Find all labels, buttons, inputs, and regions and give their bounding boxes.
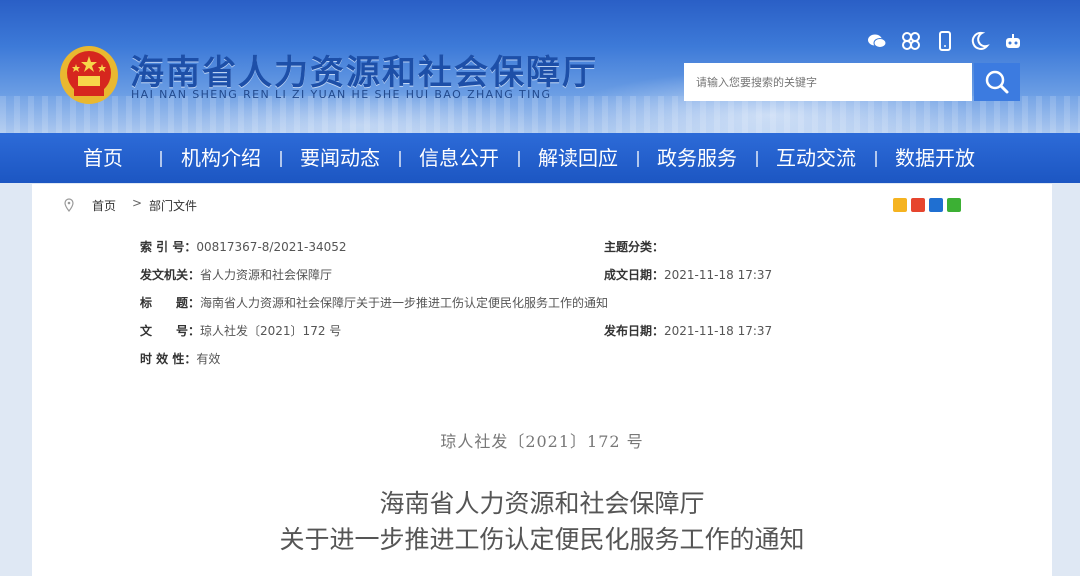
nav-item-services[interactable]: 政务服务 (657, 133, 737, 183)
location-icon (64, 198, 74, 212)
app-grid-icon[interactable] (900, 30, 922, 52)
header-tools (866, 30, 1024, 52)
nav-item-about[interactable]: 机构介绍 (181, 133, 261, 183)
nav-item-interaction[interactable]: 互动交流 (776, 133, 856, 183)
mobile-icon[interactable] (934, 30, 956, 52)
meta-title-label: 标 题： (140, 296, 201, 310)
search-icon (985, 70, 1009, 94)
nav-item-open-data[interactable]: 数据开放 (895, 133, 975, 183)
meta-publish-label: 发布日期： (604, 324, 665, 338)
meta-topic: 主题分类： (604, 238, 664, 255)
breadcrumb-separator: > (132, 196, 143, 210)
meta-title: 标 题：海南省人力资源和社会保障厅关于进一步推进工伤认定便民化服务工作的通知 (140, 294, 608, 311)
meta-issuer-value: 省人力资源和社会保障厅 (200, 268, 333, 282)
meta-publish: 发布日期：2021-11-18 17:37 (604, 322, 772, 339)
nav-divider (875, 151, 877, 167)
meta-topic-label: 主题分类： (604, 240, 665, 254)
site-title-pinyin: HAI NAN SHENG REN LI ZI YUAN HE SHE HUI … (131, 88, 552, 101)
meta-index: 索 引 号：00817367-8/2021-34052 (140, 238, 347, 255)
meta-publish-value: 2021-11-18 17:37 (664, 324, 773, 338)
meta-validity-value: 有效 (196, 352, 221, 366)
meta-validity-label: 时 效 性： (140, 352, 197, 366)
search-button[interactable] (974, 63, 1020, 101)
meta-index-value: 00817367-8/2021-34052 (196, 240, 347, 254)
meta-issuer: 发文机关：省人力资源和社会保障厅 (140, 266, 332, 283)
meta-docno-label: 文 号： (140, 324, 201, 338)
breadcrumb-current[interactable]: 部门文件 (149, 197, 197, 214)
search-box (684, 63, 972, 101)
nav-item-interpretation[interactable]: 解读回应 (538, 133, 618, 183)
renren-icon[interactable] (929, 198, 943, 212)
meta-validity: 时 效 性：有效 (140, 350, 220, 367)
meta-issuer-label: 发文机关： (140, 268, 201, 282)
nav-divider (280, 151, 282, 167)
nav-divider (518, 151, 520, 167)
site-header: 海南省人力资源和社会保障厅 HAI NAN SHENG REN LI ZI YU… (0, 0, 1080, 133)
nav-item-news[interactable]: 要闻动态 (300, 133, 380, 183)
qzone-icon[interactable] (893, 198, 907, 212)
meta-index-label: 索 引 号： (140, 240, 197, 254)
nav-divider (756, 151, 758, 167)
meta-title-value: 海南省人力资源和社会保障厅关于进一步推进工伤认定便民化服务工作的通知 (200, 296, 609, 310)
share-bar (893, 198, 961, 212)
weibo-icon[interactable] (911, 198, 925, 212)
search-input[interactable] (684, 63, 972, 101)
breadcrumb-home[interactable]: 首页 (92, 197, 116, 214)
document-title-line2: 关于进一步推进工伤认定便民化服务工作的通知 (279, 525, 805, 554)
moon-icon[interactable] (968, 30, 990, 52)
wechat-share-icon[interactable] (947, 198, 961, 212)
meta-date-value: 2021-11-18 17:37 (664, 268, 773, 282)
wechat-icon[interactable] (866, 30, 888, 52)
article-panel: 首页 > 部门文件 索 引 号：00817367-8/2021-34052 主题… (32, 184, 1052, 576)
robot-icon[interactable] (1002, 30, 1024, 52)
meta-docno-value: 琼人社发〔2021〕172 号 (200, 324, 342, 338)
meta-docno: 文 号：琼人社发〔2021〕172 号 (140, 322, 341, 339)
main-nav: 首页 机构介绍 要闻动态 信息公开 解读回应 政务服务 互动交流 数据开放 (0, 133, 1080, 183)
meta-date-label: 成文日期： (604, 268, 665, 282)
header-skyline (0, 96, 1080, 133)
site-title[interactable]: 海南省人力资源和社会保障厅 (130, 45, 598, 94)
nav-divider (160, 151, 162, 167)
document-title-line1: 海南省人力资源和社会保障厅 (379, 489, 705, 518)
meta-date: 成文日期：2021-11-18 17:37 (604, 266, 772, 283)
national-emblem-icon[interactable] (58, 44, 120, 106)
document-number: 琼人社发〔2021〕172 号 (440, 432, 644, 451)
nav-item-disclosure[interactable]: 信息公开 (419, 133, 499, 183)
nav-item-home[interactable]: 首页 (83, 133, 123, 183)
nav-divider (637, 151, 639, 167)
nav-divider (399, 151, 401, 167)
